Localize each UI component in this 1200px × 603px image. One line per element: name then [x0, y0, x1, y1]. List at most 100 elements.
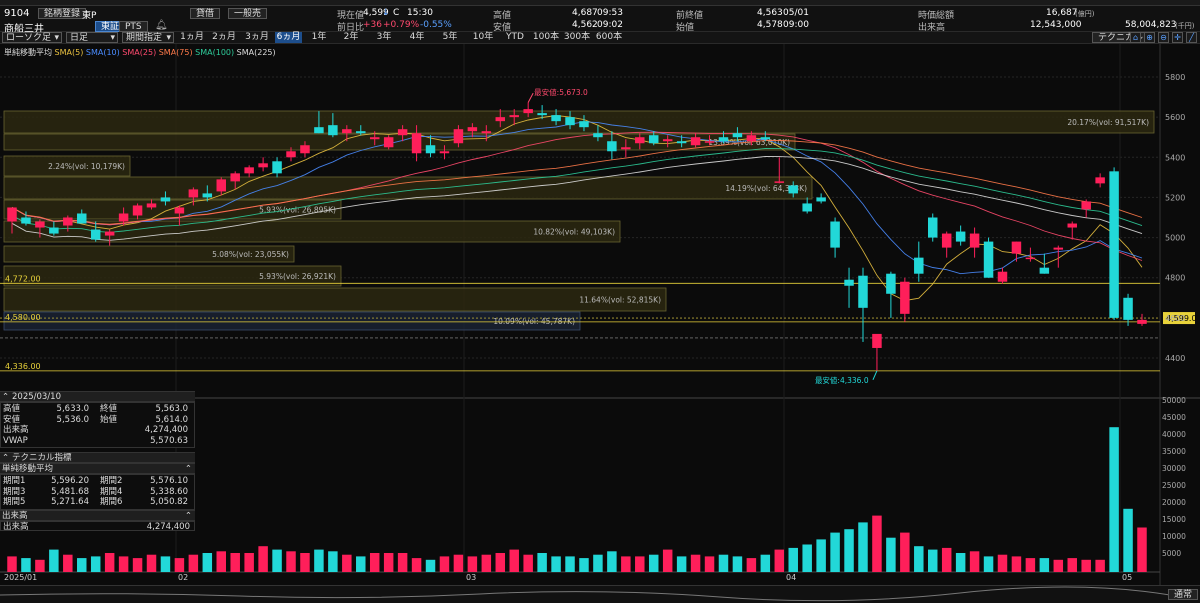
volume-profile-label: 5.93%(vol: 26,895K): [259, 206, 336, 215]
candle-body: [621, 147, 631, 150]
period-type-select[interactable]: 日足 ▾: [66, 32, 118, 43]
low-value: 4,562: [572, 20, 598, 30]
info-k1: 出来高: [3, 425, 29, 435]
volume-bar: [732, 556, 743, 572]
register-button[interactable]: 銘柄登録: [38, 8, 87, 19]
chart-type-select[interactable]: ローソク足 ▾: [2, 32, 62, 43]
collapse-icon[interactable]: ⌃: [2, 392, 9, 402]
volume-bar: [941, 547, 952, 572]
draw-line-icon[interactable]: ╱: [1186, 32, 1197, 43]
volume-bar: [1123, 508, 1133, 572]
collapse-icon[interactable]: ⌃: [185, 511, 192, 521]
candle-body: [300, 145, 310, 154]
candle-body: [746, 135, 757, 142]
exchange-pts-button[interactable]: PTS: [119, 21, 148, 32]
timeframe-4[interactable]: 1年: [305, 32, 333, 43]
timeframe-0[interactable]: 1ヵ月: [178, 32, 206, 43]
candle-body: [467, 127, 478, 132]
info-k1: 期間5: [3, 497, 26, 507]
volume-bar: [342, 554, 352, 572]
candle-body: [314, 127, 324, 134]
range-select-value: 期間指定: [126, 33, 163, 43]
volume-bar: [90, 556, 101, 572]
candle-body: [941, 233, 952, 248]
volume-bar: [690, 554, 701, 572]
candle-body: [565, 117, 575, 126]
crosshair-icon[interactable]: ✛: [1172, 32, 1183, 43]
collapse-icon[interactable]: ⌃: [2, 453, 9, 463]
timeframe-3[interactable]: 6ヵ月: [275, 32, 302, 43]
general-margin-button[interactable]: 一般売: [228, 8, 268, 19]
volume-bar: [174, 558, 185, 572]
volume-bar: [718, 554, 729, 572]
volume-bar: [579, 558, 589, 572]
volume-bar: [118, 556, 129, 572]
timeframe-12[interactable]: 300本: [563, 32, 591, 43]
candle-body: [1039, 267, 1050, 274]
volume-profile-band: [3, 287, 667, 312]
volume-profile-label: 2.24%(vol: 10,179K): [48, 162, 125, 171]
margin-button[interactable]: 貸借: [190, 8, 221, 19]
candle-body: [1011, 241, 1022, 254]
timeframe-2[interactable]: 3ヵ月: [242, 32, 272, 43]
volume-panel-header[interactable]: 出来高 ⌃: [0, 509, 195, 521]
day-panel-header[interactable]: ⌃ 2025/03/10: [0, 391, 195, 402]
timeframe-9[interactable]: 10年: [468, 32, 498, 43]
open-time: 09:00: [783, 20, 809, 30]
candle-body: [342, 129, 352, 134]
candle-body: [77, 213, 87, 224]
candle-body: [1025, 257, 1036, 260]
volume-bar: [509, 549, 519, 572]
navigator-strip[interactable]: 通常: [0, 585, 1200, 603]
price-level-label: 4,772.00: [5, 274, 41, 283]
chart-type-value: ローソク足: [6, 33, 52, 43]
timeframe-7[interactable]: 4年: [402, 32, 432, 43]
candle-body: [425, 145, 436, 154]
timeframe-6[interactable]: 3年: [369, 32, 399, 43]
range-select[interactable]: 期間指定 ▾: [122, 32, 174, 43]
volume-axis-label: 45000: [1162, 413, 1186, 422]
timeframe-10[interactable]: YTD: [501, 32, 529, 43]
settings-icon[interactable]: ⌂: [1130, 32, 1141, 43]
candle-body: [969, 233, 980, 248]
timeframe-8[interactable]: 5年: [435, 32, 465, 43]
candle-body: [523, 109, 533, 114]
collapse-icon[interactable]: ⌃: [185, 464, 192, 474]
info-row: 高値 5,633.0 終値 5,563.0: [3, 404, 192, 415]
timeframe-13[interactable]: 600本: [594, 32, 624, 43]
mode-button[interactable]: 通常: [1167, 589, 1198, 600]
candle-body: [1137, 319, 1147, 324]
volume-bar: [621, 556, 631, 572]
volume-bar: [858, 522, 868, 572]
zoom-in-icon[interactable]: ⊕: [1144, 32, 1155, 43]
volume-bar: [551, 556, 561, 572]
candle-body: [7, 207, 17, 222]
volume-bar: [1053, 559, 1064, 572]
info-v2: 5,050.82: [150, 497, 188, 507]
candle-body: [104, 231, 115, 236]
volume-bar: [244, 553, 254, 572]
timeframe-11[interactable]: 100本: [532, 32, 560, 43]
candle-body: [1053, 247, 1064, 250]
candle-body: [607, 141, 617, 152]
volume-row-label: 出来高: [3, 521, 29, 532]
close-flag: C: [393, 8, 400, 18]
candle-body: [21, 217, 31, 224]
candle-body: [1123, 297, 1133, 320]
volume-bar: [230, 553, 240, 572]
timeframe-1[interactable]: 2ヵ月: [209, 32, 239, 43]
candle-body: [579, 121, 589, 128]
candle-body: [704, 141, 715, 143]
zoom-out-icon[interactable]: ⊖: [1158, 32, 1169, 43]
sma-panel-header[interactable]: 単純移動平均 ⌃: [0, 463, 195, 474]
candle-body: [495, 117, 506, 122]
high-pointer: [527, 92, 534, 103]
alert-bell-icon[interactable]: 🔔︎: [155, 20, 168, 31]
candle-body: [648, 135, 659, 144]
candle-body: [118, 213, 129, 222]
change-pct: +0.79%: [383, 20, 420, 30]
tech-panel-header[interactable]: ⌃ テクニカル指標: [0, 452, 195, 463]
timeframe-5[interactable]: 2年: [336, 32, 366, 43]
candle-body: [844, 279, 854, 286]
volume-bar: [997, 554, 1008, 572]
